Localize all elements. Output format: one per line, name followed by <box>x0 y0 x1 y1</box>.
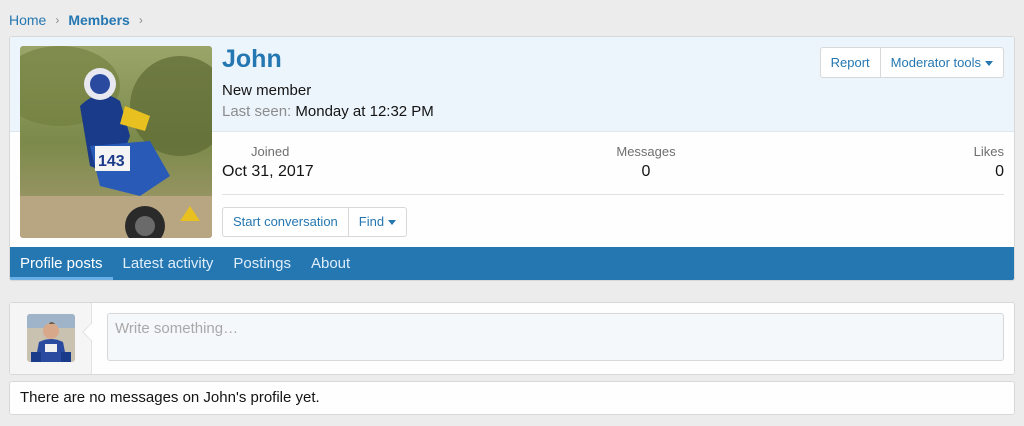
divider <box>222 194 1004 195</box>
last-seen-value: Monday at 12:32 PM <box>295 103 434 120</box>
breadcrumb: Home › Members › <box>9 12 152 28</box>
tab-about[interactable]: About <box>301 247 360 280</box>
composer-avatar-column <box>10 303 92 374</box>
last-seen-label: Last seen: <box>222 103 292 120</box>
avatar[interactable]: 143 <box>20 46 212 238</box>
write-something-input[interactable] <box>107 313 1004 361</box>
breadcrumb-home-link[interactable]: Home <box>9 12 46 28</box>
stat-messages-value: 0 <box>641 163 651 180</box>
member-profile-card: 143 John New member Last seen: Monday at… <box>9 36 1015 281</box>
tab-latest-activity[interactable]: Latest activity <box>113 247 224 280</box>
empty-profile-posts-message: There are no messages on John's profile … <box>9 381 1015 415</box>
breadcrumb-members-link[interactable]: Members <box>68 12 129 28</box>
user-title: New member <box>222 82 312 99</box>
stat-likes: Likes 0 <box>974 144 1004 181</box>
avatar[interactable] <box>27 314 75 362</box>
start-conversation-button[interactable]: Start conversation <box>223 208 348 236</box>
stat-likes-value: 0 <box>995 163 1004 180</box>
stat-messages-label: Messages <box>616 144 676 159</box>
stat-joined-label: Joined <box>251 144 290 159</box>
tab-profile-posts[interactable]: Profile posts <box>10 247 113 280</box>
profile-action-button-group: Start conversation Find <box>222 207 408 237</box>
svg-text:143: 143 <box>98 153 125 170</box>
profile-username[interactable]: John <box>222 45 282 74</box>
stat-joined: Joined Oct 31, 2017 <box>222 144 314 181</box>
profile-tabs: Profile posts Latest activity Postings A… <box>10 247 1014 280</box>
caret-down-icon <box>388 220 397 226</box>
stat-messages[interactable]: Messages 0 <box>606 144 686 181</box>
stat-likes-label: Likes <box>973 144 1004 159</box>
moderator-tools-button[interactable]: Moderator tools <box>879 48 1003 77</box>
tab-postings[interactable]: Postings <box>223 247 301 280</box>
report-button[interactable]: Report <box>821 48 880 77</box>
breadcrumb-chevron-icon: › <box>55 13 60 27</box>
profile-post-composer <box>9 302 1015 375</box>
find-label: Find <box>358 214 385 229</box>
breadcrumb-chevron-icon: › <box>138 13 143 27</box>
last-seen: Last seen: Monday at 12:32 PM <box>222 103 434 120</box>
find-button[interactable]: Find <box>347 208 406 236</box>
profile-header-button-group: Report Moderator tools <box>819 47 1004 78</box>
moderator-tools-label: Moderator tools <box>890 55 981 70</box>
stat-joined-value: Oct 31, 2017 <box>222 163 314 180</box>
caret-down-icon <box>985 61 993 67</box>
